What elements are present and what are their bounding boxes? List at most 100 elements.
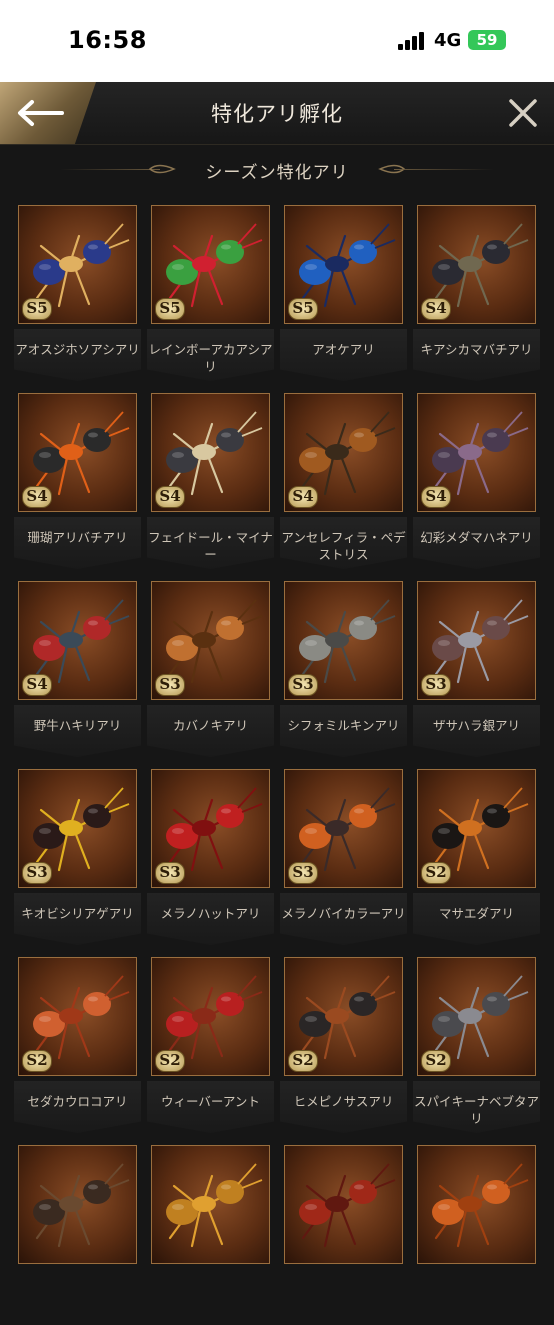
ant-card[interactable] <box>151 1145 284 1325</box>
ant-name: セダカウロコアリ <box>14 1081 141 1133</box>
ant-name: キアシカマバチアリ <box>413 329 540 381</box>
ant-portrait[interactable] <box>151 1145 270 1264</box>
rank-text: S2 <box>425 863 447 881</box>
ant-card[interactable] <box>18 1145 151 1325</box>
ant-card[interactable]: S2 スパイキーナベブタアリ <box>413 957 550 1137</box>
ant-portrait[interactable]: S2 <box>284 957 403 1076</box>
ant-name: キオビシリアゲアリ <box>14 893 141 945</box>
ant-card[interactable]: S3 メラノハットアリ <box>147 769 284 949</box>
ant-name: メラノハットアリ <box>147 893 274 945</box>
rank-text: S3 <box>292 863 314 881</box>
ant-card[interactable] <box>284 1145 417 1325</box>
ant-name: ザサハラ銀アリ <box>413 705 540 757</box>
ant-name: 珊瑚アリバチアリ <box>14 517 141 569</box>
ant-name: シフォミルキンアリ <box>280 705 407 757</box>
rank-text: S4 <box>26 487 48 505</box>
ant-card[interactable]: S2 セダカウロコアリ <box>14 957 151 1137</box>
ant-card[interactable]: S3 ザサハラ銀アリ <box>413 581 550 761</box>
ant-portrait[interactable]: S3 <box>284 581 403 700</box>
rank-badge: S2 <box>421 1048 451 1072</box>
rank-badge: S4 <box>155 484 185 508</box>
ant-name: 幻彩メダマハネアリ <box>413 517 540 569</box>
ant-name: カバノキアリ <box>147 705 274 757</box>
ant-name: ウィーバーアント <box>147 1081 274 1133</box>
rank-badge: S4 <box>288 484 318 508</box>
ant-portrait[interactable]: S4 <box>151 393 270 512</box>
ant-portrait[interactable]: S3 <box>284 769 403 888</box>
ant-icon <box>33 1163 130 1248</box>
ant-card[interactable] <box>417 1145 550 1325</box>
rank-text: S2 <box>425 1051 447 1069</box>
rank-badge: S3 <box>155 672 185 696</box>
status-bar: 16:58 4G 59 <box>0 0 554 82</box>
ant-name: アオケアリ <box>280 329 407 381</box>
ant-card[interactable]: S3 キオビシリアゲアリ <box>14 769 151 949</box>
rank-text: S3 <box>425 675 447 693</box>
ant-portrait[interactable]: S2 <box>18 957 137 1076</box>
section-header: シーズン特化アリ <box>0 152 554 188</box>
ant-portrait[interactable]: S4 <box>417 393 536 512</box>
ant-portrait[interactable]: S5 <box>151 205 270 324</box>
rank-text: S3 <box>159 675 181 693</box>
rank-text: S5 <box>159 299 181 317</box>
rank-text: S4 <box>425 299 447 317</box>
ant-portrait[interactable]: S5 <box>18 205 137 324</box>
rank-badge: S2 <box>22 1048 52 1072</box>
ant-icon <box>299 1163 396 1248</box>
ant-card[interactable]: S4 アンセレフィラ・ペデストリス <box>280 393 417 573</box>
close-icon[interactable] <box>506 96 540 130</box>
ant-card[interactable]: S2 ウィーバーアント <box>147 957 284 1137</box>
ant-portrait[interactable]: S3 <box>151 769 270 888</box>
ant-name: アオスジホソアシアリ <box>14 329 141 381</box>
ant-card[interactable]: S3 シフォミルキンアリ <box>280 581 417 761</box>
divider-right <box>394 169 494 170</box>
ant-portrait[interactable]: S3 <box>417 581 536 700</box>
ant-card[interactable]: S5 アオケアリ <box>280 205 417 385</box>
rank-text: S2 <box>26 1051 48 1069</box>
page-title: 特化アリ孵化 <box>211 102 343 126</box>
rank-badge: S2 <box>421 860 451 884</box>
ant-card[interactable]: S4 幻彩メダマハネアリ <box>413 393 550 573</box>
ant-portrait[interactable]: S4 <box>417 205 536 324</box>
rank-badge: S4 <box>22 672 52 696</box>
header-bar: 特化アリ孵化 <box>0 82 554 145</box>
rank-badge: S4 <box>421 484 451 508</box>
ant-portrait[interactable]: S4 <box>18 393 137 512</box>
ant-card[interactable]: S2 ヒメピノサスアリ <box>280 957 417 1137</box>
ant-name: メラノバイカラーアリ <box>280 893 407 945</box>
ant-portrait[interactable]: S5 <box>284 205 403 324</box>
rank-text: S4 <box>26 675 48 693</box>
ant-portrait[interactable]: S2 <box>417 769 536 888</box>
ant-card[interactable]: S2 マサエダアリ <box>413 769 550 949</box>
ant-portrait[interactable] <box>284 1145 403 1264</box>
ant-card[interactable]: S5 レインボーアカアシアリ <box>147 205 284 385</box>
ant-portrait[interactable]: S4 <box>18 581 137 700</box>
ant-name: 野牛ハキリアリ <box>14 705 141 757</box>
ant-name: マサエダアリ <box>413 893 540 945</box>
rank-badge: S4 <box>421 296 451 320</box>
rank-badge: S3 <box>155 860 185 884</box>
ant-portrait[interactable]: S2 <box>151 957 270 1076</box>
rank-text: S5 <box>292 299 314 317</box>
ant-card[interactable]: S3 カバノキアリ <box>147 581 284 761</box>
rank-badge: S2 <box>288 1048 318 1072</box>
ant-card[interactable]: S5 アオスジホソアシアリ <box>14 205 151 385</box>
rank-text: S4 <box>425 487 447 505</box>
section-title: シーズン特化アリ <box>205 163 349 183</box>
ant-portrait[interactable]: S4 <box>284 393 403 512</box>
rank-badge: S3 <box>22 860 52 884</box>
ant-card[interactable]: S4 野牛ハキリアリ <box>14 581 151 761</box>
rank-text: S3 <box>159 863 181 881</box>
ant-card[interactable]: S4 フェイドール・マイナー <box>147 393 284 573</box>
ant-icon <box>432 1163 529 1248</box>
ant-portrait[interactable] <box>417 1145 536 1264</box>
ant-card[interactable]: S4 珊瑚アリバチアリ <box>14 393 151 573</box>
ant-card[interactable]: S3 メラノバイカラーアリ <box>280 769 417 949</box>
rank-badge: S3 <box>288 860 318 884</box>
rank-badge: S4 <box>22 484 52 508</box>
ant-card[interactable]: S4 キアシカマバチアリ <box>413 205 550 385</box>
ant-portrait[interactable]: S2 <box>417 957 536 1076</box>
ant-portrait[interactable]: S3 <box>18 769 137 888</box>
ant-portrait[interactable]: S3 <box>151 581 270 700</box>
ant-portrait[interactable] <box>18 1145 137 1264</box>
